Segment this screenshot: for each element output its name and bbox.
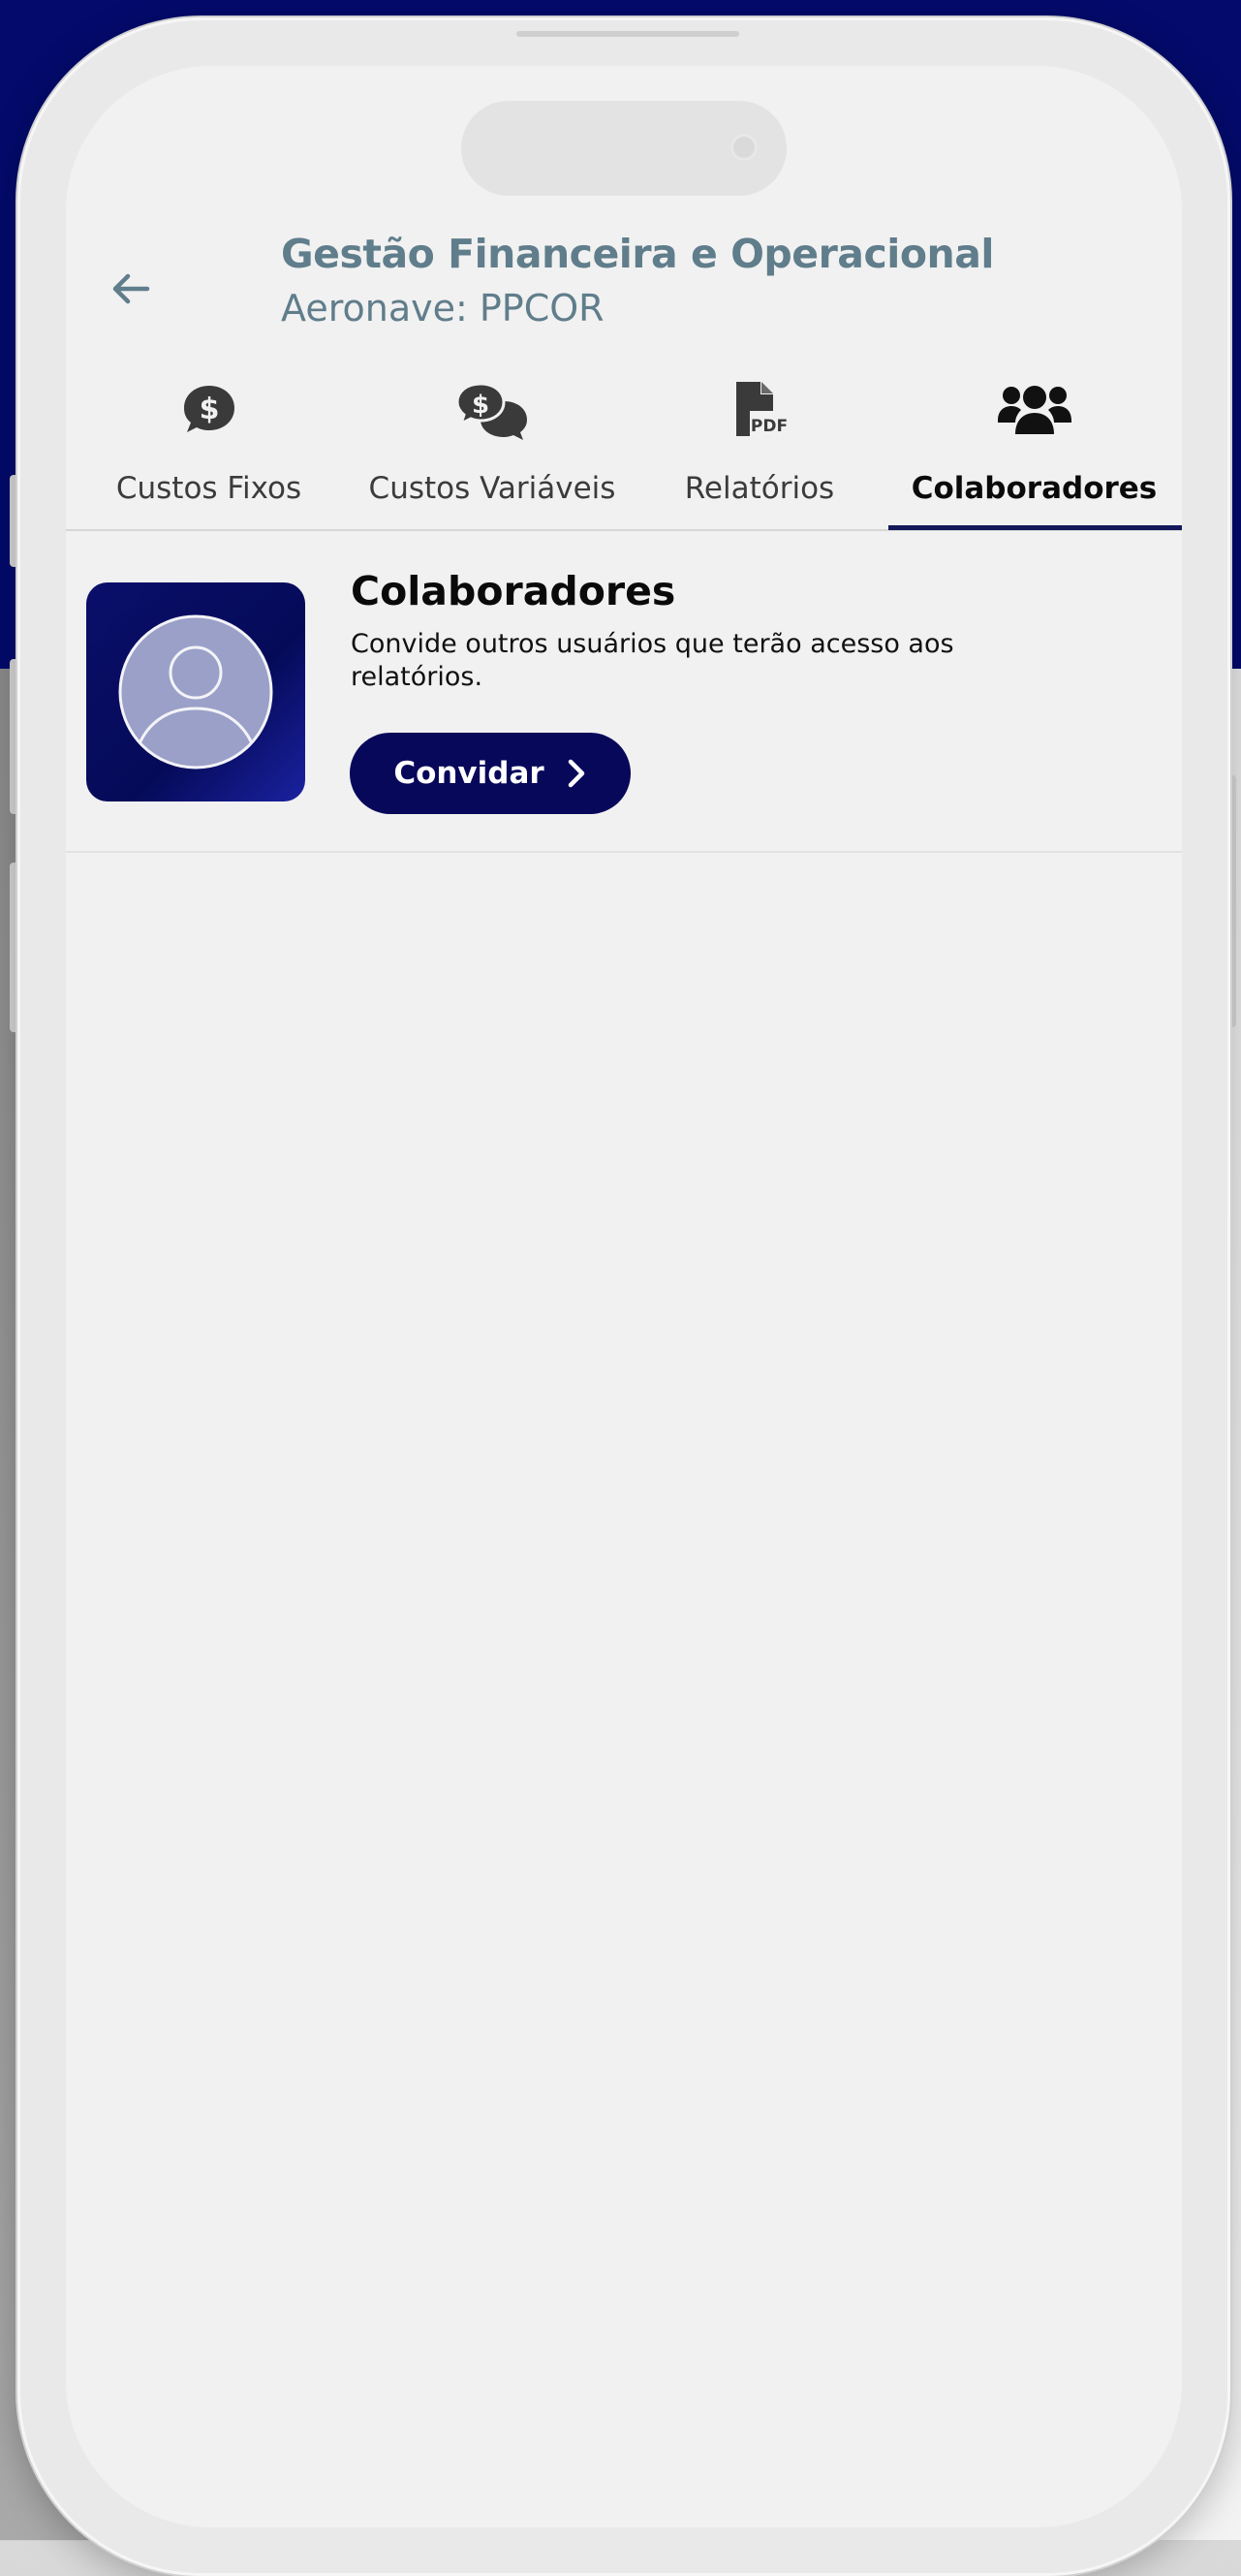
tab-custos-fixos[interactable]: $ Custos Fixos <box>66 357 352 529</box>
svg-text:$: $ <box>199 393 219 426</box>
tab-colaboradores[interactable]: Colaboradores <box>886 357 1182 529</box>
camera-icon <box>730 134 758 161</box>
users-group-icon <box>997 386 1071 434</box>
tab-label: Custos Variáveis <box>368 471 616 506</box>
back-button[interactable] <box>103 260 161 318</box>
chevron-right-icon <box>568 759 584 788</box>
svg-text:PDF: PDF <box>751 417 788 436</box>
pdf-file-icon: PDF <box>736 382 789 436</box>
tab-label: Relatórios <box>684 471 835 506</box>
avatar <box>86 582 305 801</box>
page-title: Gestão Financeira e Operacional <box>281 231 994 277</box>
user-avatar-icon <box>118 614 273 770</box>
tab-relatorios[interactable]: PDF Relatórios <box>633 357 886 529</box>
card-description: Convide outros usuários que terão acesso… <box>351 629 954 692</box>
phone-frame: Gestão Financeira e Operacional Aeronave… <box>17 17 1230 2576</box>
card-title: Colaboradores <box>351 568 676 614</box>
svg-text:$: $ <box>472 391 489 420</box>
phone-screen: Gestão Financeira e Operacional Aeronave… <box>66 66 1182 2528</box>
invite-button[interactable]: Convidar <box>350 733 631 814</box>
collaborators-card: Colaboradores Convide outros usuários qu… <box>66 531 1182 853</box>
phone-speaker <box>516 31 739 37</box>
tab-custos-variaveis[interactable]: $ Custos Variáveis <box>352 357 633 529</box>
tab-label: Custos Fixos <box>115 471 302 506</box>
tab-label: Colaboradores <box>911 471 1158 506</box>
invite-button-label: Convidar <box>393 756 544 791</box>
aircraft-subtitle: Aeronave: PPCOR <box>281 287 605 330</box>
tab-bar: $ Custos Fixos $ Custos Variáveis PDF Re… <box>66 357 1182 531</box>
dollar-chats-icon: $ <box>455 382 527 440</box>
dynamic-island <box>461 101 787 196</box>
dollar-chat-icon: $ <box>183 386 234 432</box>
active-tab-indicator <box>888 525 1182 530</box>
arrow-left-icon <box>112 273 150 304</box>
